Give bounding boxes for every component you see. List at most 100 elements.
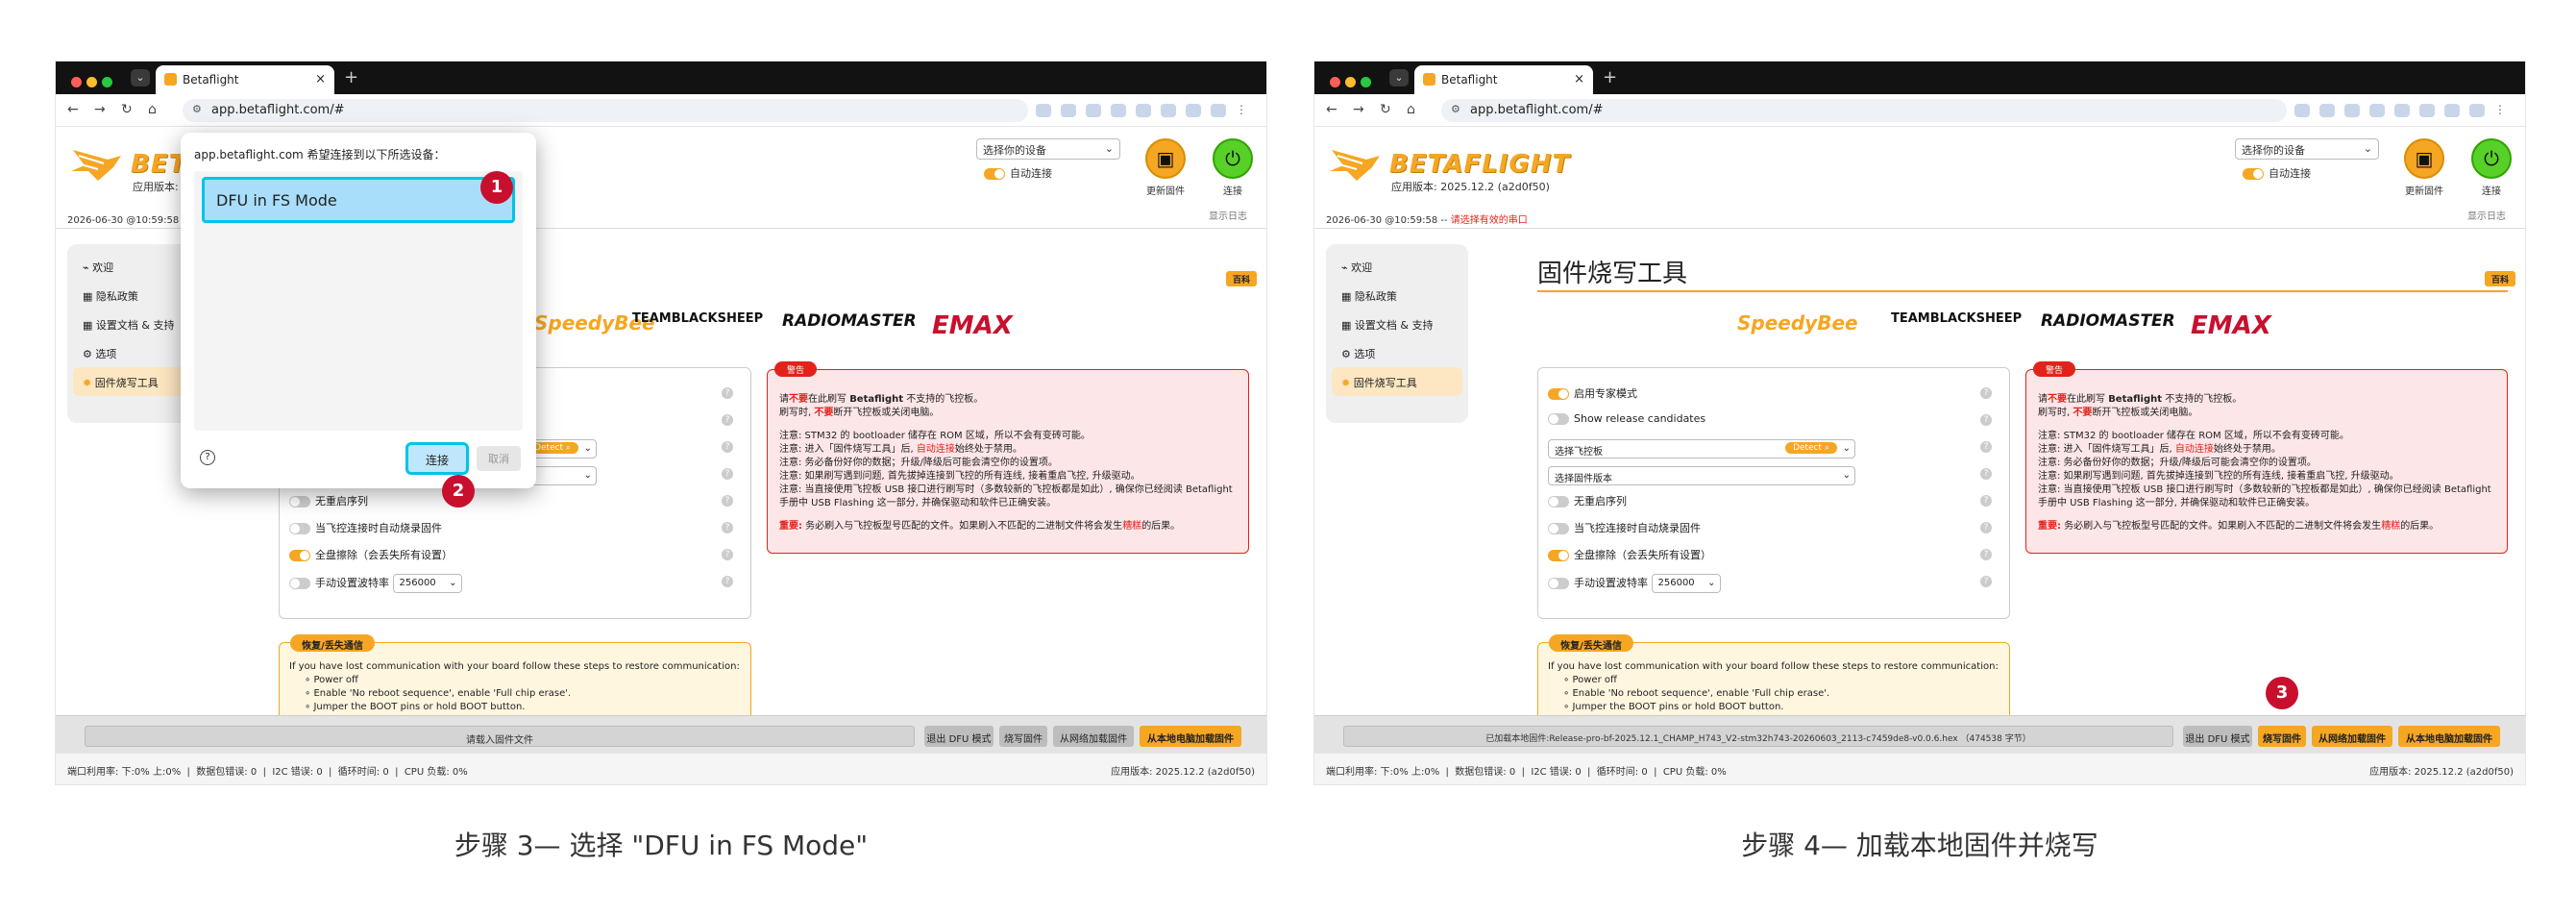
page-title: 固件烧写工具: [1537, 260, 1688, 288]
warning-box: 请不要在此刷写 Betaflight 不支持的飞控板。 刷写时, 不要断开飞控板…: [767, 369, 1249, 554]
flash-firmware-button[interactable]: 烧写固件: [999, 726, 1047, 747]
reload-icon[interactable]: ↻: [121, 102, 133, 117]
new-tab-icon[interactable]: +: [344, 67, 358, 87]
brand-tbs: TEAMBLACKSHEEP: [1891, 311, 2023, 326]
auto-connect-toggle[interactable]: 自动连接: [984, 165, 1052, 181]
chip-icon: ▣: [1156, 147, 1175, 170]
gear-icon: ⚙: [83, 348, 96, 360]
option-full-erase[interactable]: 全盘擦除（会丢失所有设置）?: [289, 541, 741, 568]
back-icon[interactable]: ←: [1326, 102, 1337, 117]
close-tab-icon[interactable]: ×: [315, 72, 326, 87]
update-firmware-button[interactable]: ▣: [2404, 138, 2444, 179]
dialog-cancel-button[interactable]: 取消: [477, 446, 521, 471]
exit-dfu-button[interactable]: 退出 DFU 模式: [924, 726, 994, 747]
help-icon: ?: [1980, 549, 1992, 560]
baud-select[interactable]: 256000 ⌄: [1651, 574, 1721, 593]
option-show-release[interactable]: Show release candidates?: [1548, 407, 1999, 434]
site-info-icon[interactable]: ⚙: [1451, 103, 1460, 115]
browser-tab[interactable]: Betaflight ×: [156, 65, 334, 94]
extension-icons[interactable]: ⋮: [1036, 103, 1255, 117]
option-manual-baud[interactable]: 手动设置波特率 256000 ⌄?: [1548, 568, 1999, 595]
site-info-icon[interactable]: ⚙: [192, 103, 202, 115]
option-full-erase[interactable]: 全盘擦除（会丢失所有设置）?: [1548, 541, 1999, 568]
brand-emax: EMAX: [2191, 311, 2271, 340]
option-expert-mode[interactable]: 启用专家模式?: [1548, 380, 1999, 407]
tab-list-icon[interactable]: ⌄: [131, 69, 150, 87]
forward-icon[interactable]: →: [94, 102, 106, 117]
sidebar-item-privacy[interactable]: ▦ 隐私政策: [1332, 281, 1462, 310]
help-icon: ?: [722, 387, 733, 399]
firmware-select[interactable]: 选择固件版本⌄: [1548, 466, 1855, 485]
extension-icons[interactable]: ⋮: [2294, 103, 2514, 117]
close-tab-icon[interactable]: ×: [1574, 72, 1584, 87]
show-log-link[interactable]: 显示日志: [2467, 208, 2506, 222]
port-select[interactable]: 选择你的设备 ⌄: [2235, 138, 2379, 160]
forward-icon[interactable]: →: [1353, 102, 1364, 117]
sidebar: ⌁ 欢迎 ▦ 隐私政策 ▦ 设置文档 & 支持 ⚙ 选项 ✹ 固件烧写工具: [1326, 244, 1468, 423]
dialog-connect-button[interactable]: 连接: [405, 442, 469, 475]
action-bar: 请载入固件文件 退出 DFU 模式 烧写固件 从网络加载固件 从本地电脑加载固件: [56, 715, 1266, 754]
window-controls[interactable]: [71, 73, 117, 91]
betaflight-logo-icon: [1330, 150, 1380, 181]
option-manual-baud[interactable]: 手动设置波特率 256000 ⌄?: [289, 568, 741, 595]
browser-tab[interactable]: Betaflight ×: [1414, 65, 1593, 94]
back-icon[interactable]: ←: [67, 102, 79, 117]
help-icon: ?: [1980, 414, 1992, 426]
screenshot-step-4: ⌄ Betaflight × + ← → ↻ ⌂ ⚙ app.betaflight.…: [1314, 62, 2525, 784]
privacy-icon: ▦: [1341, 290, 1355, 303]
option-auto-flash[interactable]: 当飞控连接时自动烧录固件?: [1548, 514, 1999, 541]
update-firmware-label: 更新固件: [1146, 186, 1185, 197]
url-input[interactable]: ⚙ app.betaflight.com/#: [1441, 99, 2287, 122]
brand-tbs: TEAMBLACKSHEEP: [632, 311, 764, 326]
url-input[interactable]: ⚙ app.betaflight.com/#: [183, 99, 1028, 122]
connect-button[interactable]: ⏻: [1213, 138, 1253, 179]
docs-icon: ▦: [1341, 319, 1355, 332]
board-select-row: 选择飞控板Detect ⌕⌄?: [1548, 434, 1999, 460]
status-bar: 端口利用率: 下:0% 上:0% | 数据包错误: 0 | I2C 错误: 0 …: [1314, 754, 2525, 784]
tab-list-icon[interactable]: ⌄: [1389, 69, 1409, 87]
option-no-reboot[interactable]: 无重启序列?: [1548, 487, 1999, 514]
window-controls[interactable]: [1330, 73, 1376, 91]
home-icon[interactable]: ⌂: [1407, 102, 1415, 117]
sidebar-item-firmware-flasher[interactable]: ✹ 固件烧写工具: [1332, 367, 1462, 396]
help-icon: ?: [722, 549, 733, 560]
gear-icon: ⚙: [1341, 348, 1355, 360]
sidebar-item-options[interactable]: ⚙ 选项: [1332, 338, 1462, 367]
port-select[interactable]: 选择你的设备 ⌄: [976, 138, 1120, 160]
favicon-icon: [164, 73, 177, 86]
welcome-icon: ⌁: [1341, 261, 1352, 274]
wiki-button[interactable]: 百科: [1226, 271, 1257, 286]
load-local-button[interactable]: 从本地电脑加载固件: [2398, 726, 2500, 747]
update-firmware-button[interactable]: ▣: [1145, 138, 1186, 179]
wiki-button[interactable]: 百科: [2485, 271, 2515, 286]
auto-connect-toggle[interactable]: 自动连接: [2243, 165, 2311, 181]
home-icon[interactable]: ⌂: [148, 102, 157, 117]
baud-select[interactable]: 256000 ⌄: [392, 574, 462, 593]
option-auto-flash[interactable]: 当飞控连接时自动烧录固件?: [289, 514, 741, 541]
show-log-link[interactable]: 显示日志: [1209, 208, 1247, 222]
connect-button[interactable]: ⏻: [2471, 138, 2512, 179]
sidebar-item-welcome[interactable]: ⌁ 欢迎: [1332, 252, 1462, 281]
load-online-button[interactable]: 从网络加载固件: [1053, 726, 1134, 747]
new-tab-icon[interactable]: +: [1603, 67, 1617, 87]
load-local-button[interactable]: 从本地电脑加载固件: [1140, 726, 1241, 747]
update-firmware-label: 更新固件: [2405, 186, 2443, 197]
step-marker-1: 1: [480, 171, 513, 204]
sidebar-item-docs[interactable]: ▦ 设置文档 & 支持: [1332, 310, 1462, 338]
help-icon[interactable]: ?: [200, 450, 215, 465]
warning-box: 请不要在此刷写 Betaflight 不支持的飞控板。 刷写时, 不要断开飞控板…: [2025, 369, 2508, 554]
exit-dfu-button[interactable]: 退出 DFU 模式: [2183, 726, 2252, 747]
detect-button[interactable]: Detect ⌕: [1785, 442, 1837, 454]
option-no-reboot[interactable]: 无重启序列?: [289, 487, 741, 514]
board-select[interactable]: 选择飞控板Detect ⌕⌄: [1548, 439, 1855, 458]
browser-tab-bar: ⌄ Betaflight × +: [56, 62, 1266, 94]
help-icon: ?: [722, 414, 733, 426]
brand-emax: EMAX: [932, 311, 1013, 340]
flash-firmware-button[interactable]: 烧写固件: [2258, 726, 2306, 747]
title-underline: [1537, 290, 2508, 292]
device-item-dfu[interactable]: DFU in FS Mode: [202, 177, 515, 223]
load-online-button[interactable]: 从网络加载固件: [2312, 726, 2392, 747]
recovery-badge: 恢复/丢失通信: [290, 634, 375, 652]
logo-text: BETAFLIGHT: [1389, 150, 1571, 179]
reload-icon[interactable]: ↻: [1380, 102, 1391, 117]
